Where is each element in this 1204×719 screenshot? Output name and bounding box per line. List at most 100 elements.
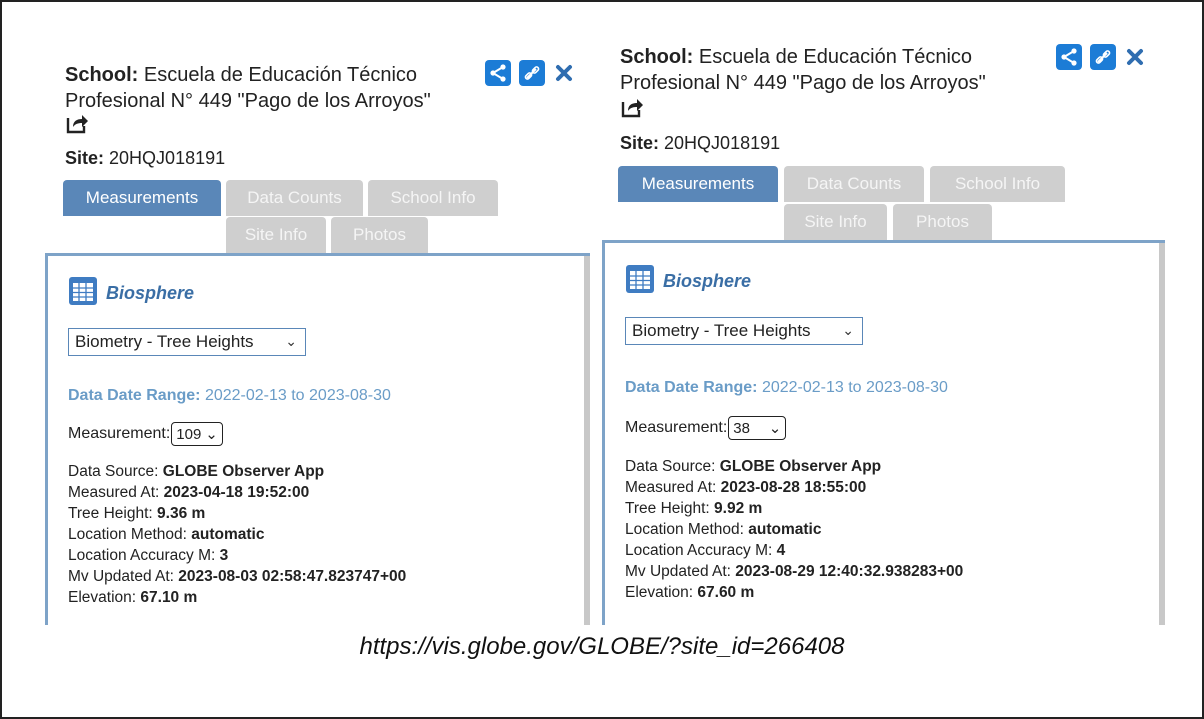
detail-row: Data Source: GLOBE Observer App xyxy=(68,461,406,482)
measurement-select[interactable]: 109 ⌄ xyxy=(171,422,223,446)
header-actions xyxy=(1056,44,1146,70)
date-range-value: 2022-02-13 to 2023-08-30 xyxy=(761,379,948,396)
site-line: Site: 20HQJ018191 xyxy=(65,148,225,169)
detail-row: Measured At: 2023-04-18 19:52:00 xyxy=(68,482,406,503)
table-icon xyxy=(68,276,98,311)
date-range-label: Data Date Range: xyxy=(625,379,758,396)
tab-school-info[interactable]: School Info xyxy=(930,166,1065,202)
detail-label: Tree Height: xyxy=(68,505,153,522)
detail-row: Data Source: GLOBE Observer App xyxy=(625,456,963,477)
date-range-label: Data Date Range: xyxy=(68,387,201,404)
share-icon[interactable] xyxy=(485,60,511,86)
protocol-select[interactable]: Biometry - Tree Heights ⌄ xyxy=(68,328,306,356)
detail-row: Location Method: automatic xyxy=(68,524,406,545)
detail-label: Elevation: xyxy=(625,584,694,601)
detail-row: Location Accuracy M: 4 xyxy=(625,540,963,561)
link-icon[interactable] xyxy=(1090,44,1116,70)
detail-label: Data Source: xyxy=(68,463,159,480)
date-range: Data Date Range: 2022-02-13 to 2023-08-3… xyxy=(68,387,391,405)
tab-school-info[interactable]: School Info xyxy=(368,180,498,216)
source-url-caption: https://vis.globe.gov/GLOBE/?site_id=266… xyxy=(359,633,845,660)
detail-value: 9.36 m xyxy=(157,505,206,522)
detail-row: Tree Height: 9.92 m xyxy=(625,498,963,519)
school-header: School: Escuela de Educación Técnico Pro… xyxy=(620,44,1020,96)
detail-value: automatic xyxy=(748,521,822,538)
share-icon[interactable] xyxy=(1056,44,1082,70)
measurement-select[interactable]: 38 ⌄ xyxy=(728,416,787,440)
detail-label: Mv Updated At: xyxy=(68,568,174,585)
tab-measurements[interactable]: Measurements xyxy=(63,180,221,216)
protocol-select[interactable]: Biometry - Tree Heights ⌄ xyxy=(625,317,863,345)
measurements-content: Biosphere Biometry - Tree Heights ⌄ Data… xyxy=(602,240,1165,625)
detail-value: 2023-04-18 19:52:00 xyxy=(163,484,310,501)
measurement-details: Data Source: GLOBE Observer App Measured… xyxy=(625,456,963,603)
detail-label: Location Accuracy M: xyxy=(625,542,773,559)
school-header: School: Escuela de Educación Técnico Pro… xyxy=(65,62,465,114)
detail-label: Location Method: xyxy=(625,521,744,538)
tab-measurements[interactable]: Measurements xyxy=(618,166,778,202)
site-label: Site: xyxy=(620,133,660,153)
measurement-row: Measurement: 109 ⌄ xyxy=(68,422,223,446)
tab-site-info[interactable]: Site Info xyxy=(784,204,887,240)
biosphere-heading: Biosphere xyxy=(625,264,751,299)
detail-value: GLOBE Observer App xyxy=(719,458,882,475)
detail-value: 3 xyxy=(219,547,229,564)
detail-label: Tree Height: xyxy=(625,500,710,517)
section-title: Biosphere xyxy=(106,283,195,303)
site-value: 20HQJ018191 xyxy=(109,148,226,168)
protocol-select-value: Biometry - Tree Heights xyxy=(75,332,254,351)
tab-data-counts[interactable]: Data Counts xyxy=(226,180,363,216)
chevron-down-icon: ⌄ xyxy=(842,322,854,338)
detail-value: 67.60 m xyxy=(697,584,755,601)
detail-label: Data Source: xyxy=(625,458,716,475)
detail-value: 2023-08-03 02:58:47.823747+00 xyxy=(178,568,407,585)
site-value: 20HQJ018191 xyxy=(664,133,781,153)
site-label: Site: xyxy=(65,148,105,168)
link-icon[interactable] xyxy=(519,60,545,86)
measurement-label: Measurement: xyxy=(625,419,728,436)
detail-label: Measured At: xyxy=(68,484,160,501)
open-external-icon[interactable] xyxy=(65,112,89,134)
measurement-select-value: 109 xyxy=(176,425,202,443)
header-actions xyxy=(485,60,575,86)
close-icon[interactable] xyxy=(1124,44,1146,70)
measurement-row: Measurement: 38 ⌄ xyxy=(625,416,787,440)
biosphere-heading: Biosphere xyxy=(68,276,194,311)
detail-row: Measured At: 2023-08-28 18:55:00 xyxy=(625,477,963,498)
measurement-details: Data Source: GLOBE Observer App Measured… xyxy=(68,461,406,608)
tab-data-counts[interactable]: Data Counts xyxy=(784,166,924,202)
school-label: School: xyxy=(65,64,139,86)
open-external-icon[interactable] xyxy=(620,96,644,118)
detail-row: Mv Updated At: 2023-08-03 02:58:47.82374… xyxy=(68,566,406,587)
chevron-down-icon: ⌄ xyxy=(768,420,782,437)
detail-value: 9.92 m xyxy=(714,500,763,517)
close-icon[interactable] xyxy=(553,60,575,86)
detail-row: Mv Updated At: 2023-08-29 12:40:32.93828… xyxy=(625,561,963,582)
detail-row: Elevation: 67.60 m xyxy=(625,582,963,603)
detail-row: Location Method: automatic xyxy=(625,519,963,540)
detail-label: Location Method: xyxy=(68,526,187,543)
detail-row: Tree Height: 9.36 m xyxy=(68,503,406,524)
detail-label: Measured At: xyxy=(625,479,717,496)
section-title: Biosphere xyxy=(663,271,752,291)
detail-row: Location Accuracy M: 3 xyxy=(68,545,406,566)
detail-value: 67.10 m xyxy=(140,589,198,606)
school-label: School: xyxy=(620,46,694,68)
chevron-down-icon: ⌄ xyxy=(205,426,218,443)
tab-photos[interactable]: Photos xyxy=(893,204,992,240)
protocol-select-value: Biometry - Tree Heights xyxy=(632,321,811,340)
table-icon xyxy=(625,264,655,299)
tab-site-info[interactable]: Site Info xyxy=(226,217,326,253)
detail-value: 4 xyxy=(776,542,786,559)
detail-value: GLOBE Observer App xyxy=(162,463,325,480)
measurement-select-value: 38 xyxy=(733,419,750,437)
detail-value: 2023-08-28 18:55:00 xyxy=(720,479,867,496)
detail-label: Mv Updated At: xyxy=(625,563,731,580)
detail-value: 2023-08-29 12:40:32.938283+00 xyxy=(735,563,964,580)
chevron-down-icon: ⌄ xyxy=(285,333,297,349)
tab-photos[interactable]: Photos xyxy=(331,217,428,253)
date-range-value: 2022-02-13 to 2023-08-30 xyxy=(204,387,391,404)
date-range: Data Date Range: 2022-02-13 to 2023-08-3… xyxy=(625,379,948,397)
detail-value: automatic xyxy=(191,526,265,543)
site-line: Site: 20HQJ018191 xyxy=(620,133,780,154)
